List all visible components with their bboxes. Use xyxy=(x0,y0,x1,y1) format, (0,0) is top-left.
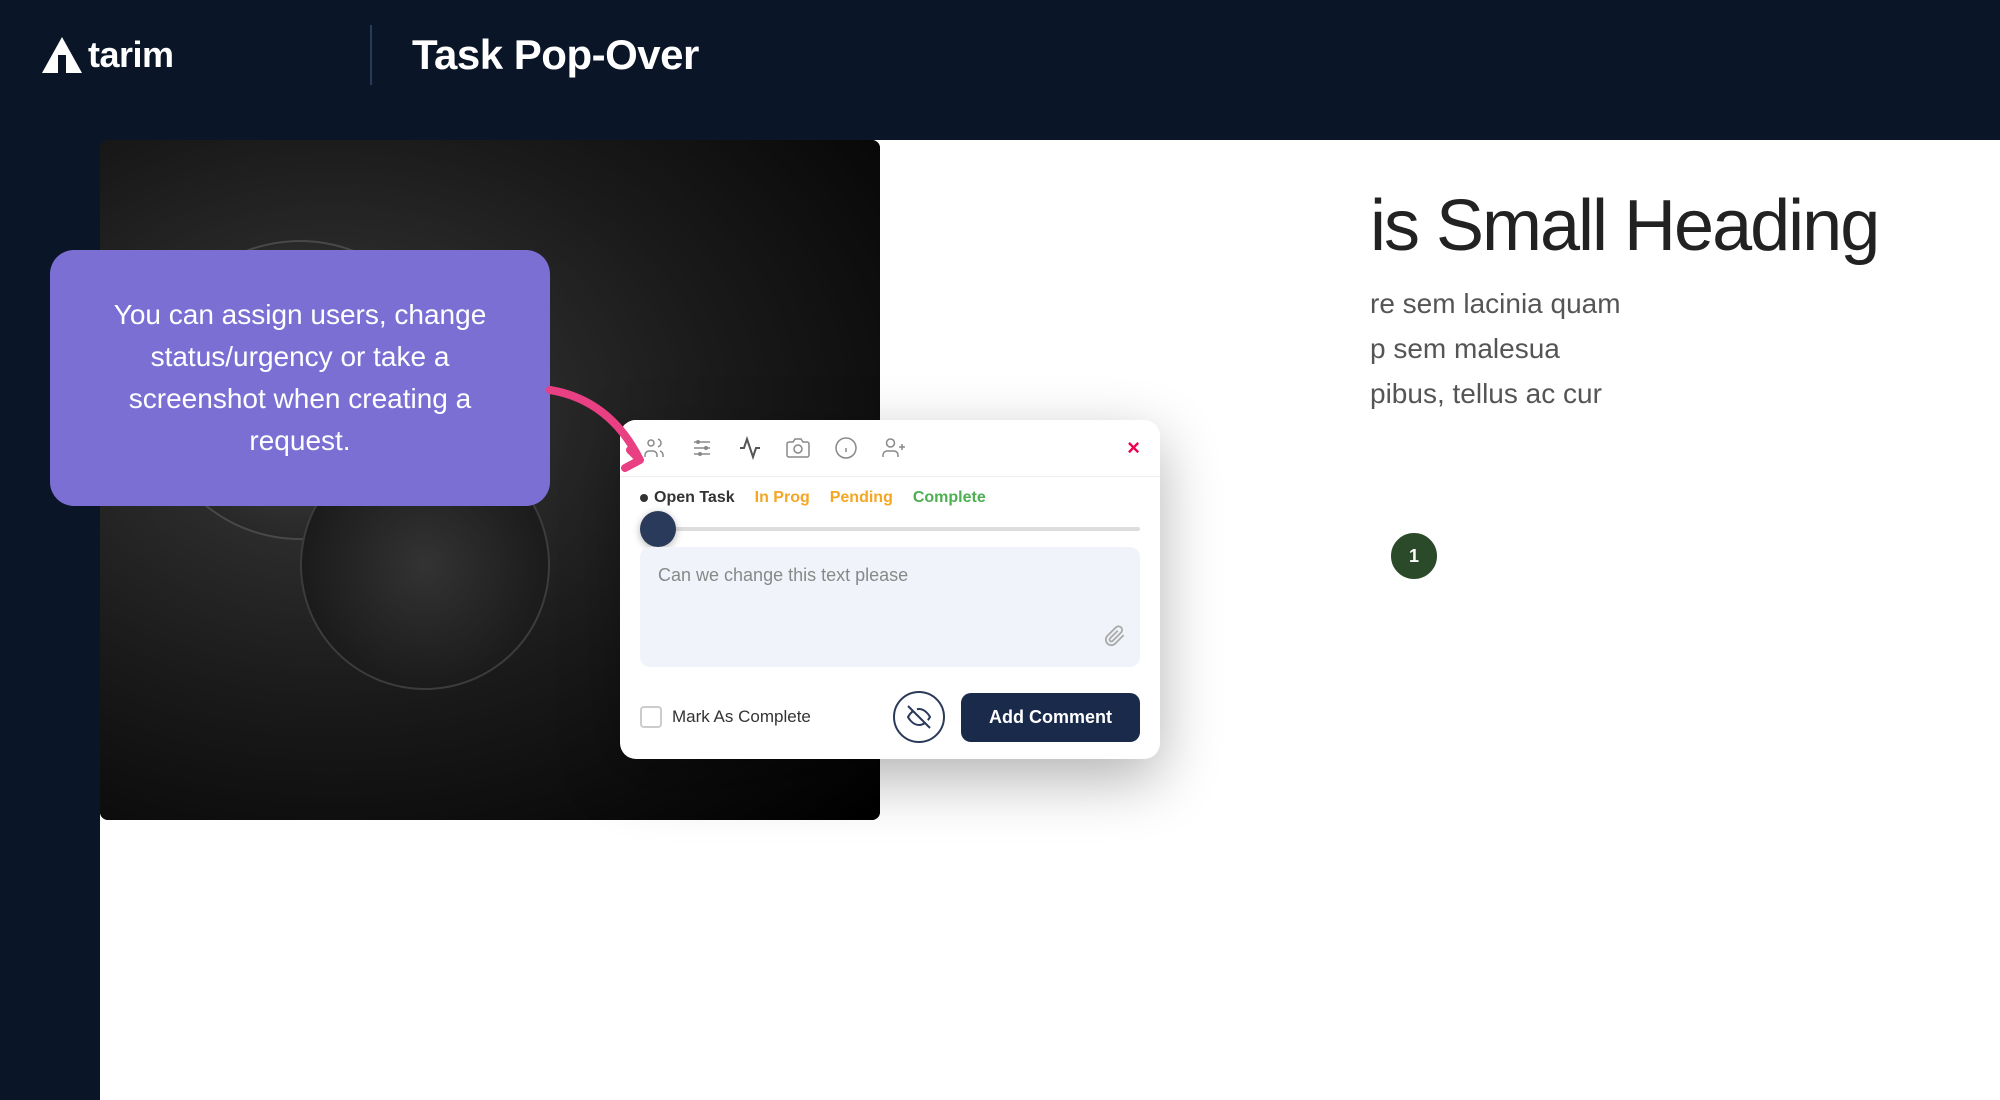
add-comment-button[interactable]: Add Comment xyxy=(961,693,1140,742)
main-content: is Small Heading re sem lacinia quam p s… xyxy=(0,110,2000,1100)
comment-area[interactable]: Can we change this text please xyxy=(640,547,1140,667)
progress-line xyxy=(620,519,1160,539)
content-body: re sem lacinia quam p sem malesua pibus,… xyxy=(1370,282,1970,416)
avatar-badge: 1 xyxy=(1388,530,1440,582)
popover-toolbar: × xyxy=(620,420,1160,477)
close-button[interactable]: × xyxy=(1127,435,1140,461)
info-icon[interactable] xyxy=(832,434,860,462)
comment-placeholder: Can we change this text please xyxy=(658,565,1122,586)
tooltip-bubble: You can assign users, change status/urge… xyxy=(50,250,550,506)
page-title: Task Pop-Over xyxy=(412,31,699,79)
header: tarim Task Pop-Over xyxy=(0,0,2000,110)
mark-complete-label: Mark As Complete xyxy=(672,707,811,727)
user-plus-icon[interactable] xyxy=(880,434,908,462)
mark-complete-checkbox[interactable] xyxy=(640,706,662,728)
header-divider xyxy=(370,25,372,85)
progress-track[interactable] xyxy=(640,527,1140,531)
attach-icon[interactable] xyxy=(1104,625,1126,653)
status-in-prog[interactable]: In Prog xyxy=(755,489,810,507)
arrow-icon xyxy=(530,380,670,500)
status-complete[interactable]: Complete xyxy=(913,489,986,507)
status-bar: Open Task In Prog Pending Complete xyxy=(620,477,1160,519)
status-pending[interactable]: Pending xyxy=(830,489,893,507)
eye-slash-button[interactable] xyxy=(893,691,945,743)
progress-thumb[interactable] xyxy=(640,511,676,547)
sliders-icon[interactable] xyxy=(688,434,716,462)
content-heading: is Small Heading xyxy=(1370,190,1970,262)
content-text: is Small Heading re sem lacinia quam p s… xyxy=(1370,190,1970,416)
activity-icon[interactable] xyxy=(736,434,764,462)
mark-complete-area: Mark As Complete xyxy=(640,706,877,728)
logo-area: tarim xyxy=(40,33,330,77)
popover-footer: Mark As Complete Add Comment xyxy=(620,675,1160,759)
task-popover: × Open Task In Prog Pending Complete Can… xyxy=(620,420,1160,759)
atarim-logo-icon xyxy=(40,33,84,77)
camera-icon[interactable] xyxy=(784,434,812,462)
logo-text: tarim xyxy=(88,34,174,76)
